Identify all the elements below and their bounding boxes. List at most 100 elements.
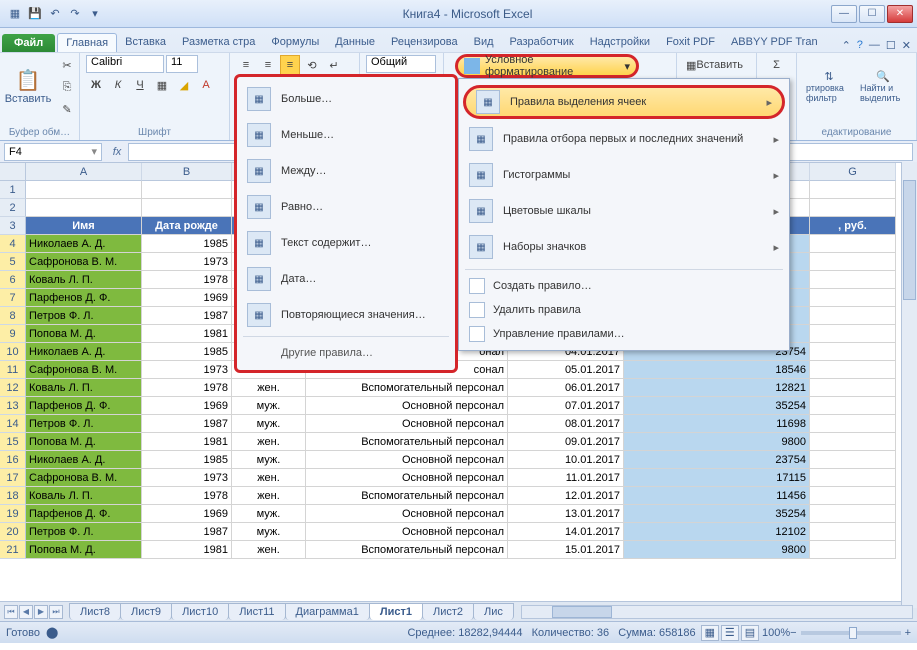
- cell[interactable]: жен.: [232, 379, 306, 397]
- ribbon-tab-5[interactable]: Рецензирова: [383, 33, 466, 52]
- cell[interactable]: [810, 253, 896, 271]
- fx-button[interactable]: fx: [106, 146, 128, 158]
- cell[interactable]: жен.: [232, 433, 306, 451]
- help-icon[interactable]: ?: [857, 39, 863, 52]
- zoom-knob[interactable]: [849, 627, 857, 639]
- cell[interactable]: Вспомогательный персонал: [306, 541, 508, 559]
- cell[interactable]: Коваль Л. П.: [26, 271, 142, 289]
- row-header[interactable]: 7: [0, 289, 26, 307]
- row-header[interactable]: 18: [0, 487, 26, 505]
- sheet-last-icon[interactable]: ⏭: [49, 605, 63, 619]
- cell[interactable]: Коваль Л. П.: [26, 487, 142, 505]
- row-header[interactable]: 6: [0, 271, 26, 289]
- sheet-tab[interactable]: Лист1: [369, 603, 423, 620]
- fill-color-button[interactable]: ◢: [174, 75, 194, 95]
- cell[interactable]: 12102: [624, 523, 810, 541]
- column-header[interactable]: G: [810, 163, 896, 181]
- cell[interactable]: 11.01.2017: [508, 469, 624, 487]
- cell[interactable]: 07.01.2017: [508, 397, 624, 415]
- cell[interactable]: 14.01.2017: [508, 523, 624, 541]
- header-cell[interactable]: , руб.: [810, 217, 896, 235]
- ribbon-tab-7[interactable]: Разработчик: [502, 33, 582, 52]
- doc-restore-icon[interactable]: ☐: [886, 39, 896, 52]
- cell[interactable]: Основной персонал: [306, 451, 508, 469]
- copy-icon[interactable]: ⎘: [57, 77, 77, 97]
- cell[interactable]: Основной персонал: [306, 397, 508, 415]
- cell[interactable]: Николаев А. Д.: [26, 235, 142, 253]
- cell[interactable]: 1973: [142, 361, 232, 379]
- cell[interactable]: 9800: [624, 433, 810, 451]
- cell[interactable]: Основной персонал: [306, 505, 508, 523]
- cut-icon[interactable]: ✂: [57, 55, 77, 75]
- cell[interactable]: [142, 199, 232, 217]
- align-middle-icon[interactable]: ≡: [258, 55, 278, 75]
- row-header[interactable]: 12: [0, 379, 26, 397]
- insert-cells-button[interactable]: ▦ Вставить: [683, 55, 746, 75]
- cell[interactable]: 1978: [142, 379, 232, 397]
- header-cell[interactable]: Имя: [26, 217, 142, 235]
- cell[interactable]: [810, 361, 896, 379]
- cell[interactable]: 08.01.2017: [508, 415, 624, 433]
- row-header[interactable]: 5: [0, 253, 26, 271]
- cell[interactable]: 35254: [624, 397, 810, 415]
- cell[interactable]: [810, 451, 896, 469]
- doc-close-icon[interactable]: ✕: [902, 39, 911, 52]
- cell[interactable]: Сафронова В. М.: [26, 469, 142, 487]
- sheet-next-icon[interactable]: ▶: [34, 605, 48, 619]
- qat-more-icon[interactable]: ▾: [86, 5, 104, 23]
- cell[interactable]: Петров Ф. Л.: [26, 415, 142, 433]
- save-icon[interactable]: 💾: [26, 5, 44, 23]
- cell[interactable]: Попова М. Д.: [26, 325, 142, 343]
- cell[interactable]: [810, 541, 896, 559]
- cell[interactable]: [810, 433, 896, 451]
- cell[interactable]: жен.: [232, 541, 306, 559]
- cell[interactable]: муж.: [232, 397, 306, 415]
- select-all-corner[interactable]: [0, 163, 26, 181]
- font-color-button[interactable]: A: [196, 75, 216, 95]
- cell[interactable]: Николаев А. Д.: [26, 451, 142, 469]
- cell[interactable]: 35254: [624, 505, 810, 523]
- undo-icon[interactable]: ↶: [46, 5, 64, 23]
- cell[interactable]: [810, 469, 896, 487]
- highlight-rule-item[interactable]: ▦Текст содержит…: [237, 225, 455, 261]
- row-header[interactable]: 10: [0, 343, 26, 361]
- cell[interactable]: [26, 199, 142, 217]
- cell[interactable]: Попова М. Д.: [26, 433, 142, 451]
- sheet-tab[interactable]: Лист2: [422, 603, 474, 620]
- zoom-out-icon[interactable]: −: [790, 627, 796, 639]
- ribbon-tab-6[interactable]: Вид: [466, 33, 502, 52]
- cell[interactable]: 1985: [142, 451, 232, 469]
- ribbon-tab-9[interactable]: Foxit PDF: [658, 33, 723, 52]
- cell[interactable]: Парфенов Д. Ф.: [26, 397, 142, 415]
- sheet-tab[interactable]: Диаграмма1: [285, 603, 370, 620]
- cell[interactable]: 12.01.2017: [508, 487, 624, 505]
- cell[interactable]: [810, 505, 896, 523]
- row-header[interactable]: 9: [0, 325, 26, 343]
- scrollbar-thumb[interactable]: [552, 606, 612, 618]
- row-header[interactable]: 3: [0, 217, 26, 235]
- cell[interactable]: 1987: [142, 307, 232, 325]
- cell[interactable]: [810, 271, 896, 289]
- row-header[interactable]: 14: [0, 415, 26, 433]
- cell[interactable]: 1973: [142, 253, 232, 271]
- minimize-ribbon-icon[interactable]: ⌃: [842, 39, 851, 52]
- redo-icon[interactable]: ↷: [66, 5, 84, 23]
- cell[interactable]: 17115: [624, 469, 810, 487]
- highlight-rule-item[interactable]: ▦Между…: [237, 153, 455, 189]
- italic-button[interactable]: К: [108, 75, 128, 95]
- sheet-prev-icon[interactable]: ◀: [19, 605, 33, 619]
- align-top-icon[interactable]: ≡: [236, 55, 256, 75]
- highlight-rule-item[interactable]: ▦Равно…: [237, 189, 455, 225]
- cell[interactable]: Сафронова В. М.: [26, 361, 142, 379]
- cell[interactable]: 1978: [142, 271, 232, 289]
- cell[interactable]: 1981: [142, 541, 232, 559]
- vertical-scrollbar[interactable]: [901, 162, 917, 608]
- cell[interactable]: 1987: [142, 415, 232, 433]
- wrap-text-icon[interactable]: ↵: [324, 55, 344, 75]
- more-rules-item[interactable]: Другие правила…: [237, 340, 455, 366]
- row-header[interactable]: 19: [0, 505, 26, 523]
- cell[interactable]: муж.: [232, 505, 306, 523]
- cell[interactable]: муж.: [232, 451, 306, 469]
- underline-button[interactable]: Ч: [130, 75, 150, 95]
- cell[interactable]: 1981: [142, 325, 232, 343]
